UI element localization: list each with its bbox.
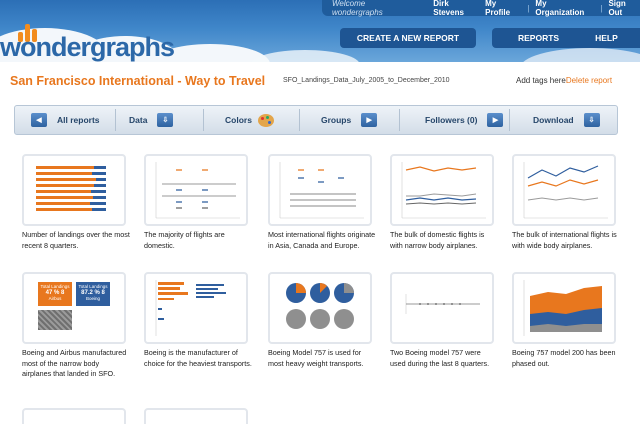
chart-thumbnail[interactable]: Total Landings 47 % 8 Airbus Total Landi… bbox=[22, 272, 126, 344]
data-label: Data bbox=[129, 115, 148, 125]
multi-line-thumbnail bbox=[279, 162, 364, 219]
card-caption: The majority of flights are domestic. bbox=[144, 230, 225, 250]
report-card[interactable]: The bulk of domestic flights is with nar… bbox=[390, 154, 498, 251]
main-nav: REPORTS HELP bbox=[492, 28, 640, 48]
report-card[interactable]: Boeing 757 model 200 has been phased out… bbox=[512, 272, 620, 369]
download-button[interactable]: Download ⇩ bbox=[533, 106, 600, 134]
kpi-sub: Boeing bbox=[85, 296, 100, 301]
cloud-decoration bbox=[520, 48, 640, 62]
report-card[interactable]: Boeing is the manufacturer of choice for… bbox=[144, 272, 252, 369]
horizontal-bar-thumbnail bbox=[155, 280, 226, 336]
chart-thumbnail[interactable] bbox=[390, 154, 494, 226]
card-caption: The bulk of domestic flights is with nar… bbox=[390, 230, 485, 250]
report-card[interactable]: Boeing Model 757 is used for most heavy … bbox=[268, 272, 376, 369]
followers-label: Followers (0) bbox=[425, 115, 478, 125]
followers-button[interactable]: Followers (0) ▶ bbox=[425, 106, 504, 134]
arrow-right-icon: ▶ bbox=[487, 113, 504, 127]
stacked-bar-thumbnail bbox=[36, 166, 106, 211]
chart-thumbnail[interactable] bbox=[144, 272, 248, 344]
logo-text[interactable]: wondergraphs bbox=[0, 32, 175, 62]
nav-reports[interactable]: REPORTS bbox=[518, 33, 559, 43]
all-reports-label: All reports bbox=[57, 115, 100, 125]
separator: | bbox=[527, 3, 530, 13]
chart-thumbnail[interactable] bbox=[144, 154, 248, 226]
delete-report-link[interactable]: Delete report bbox=[566, 76, 612, 85]
groups-button[interactable]: Groups ▶ bbox=[321, 106, 378, 134]
report-card[interactable]: The bulk of international flights is wit… bbox=[512, 154, 620, 251]
header: wondergraphs Welcome wondergraphs Dirk S… bbox=[0, 0, 640, 62]
create-report-label: CREATE A NEW REPORT bbox=[356, 33, 460, 43]
report-card[interactable]: Number of landings over the most recent … bbox=[22, 154, 130, 251]
chart-thumbnail[interactable] bbox=[268, 154, 372, 226]
palette-icon bbox=[257, 113, 274, 127]
separator: | bbox=[600, 3, 603, 13]
report-toolbar: ◀ All reports Data ⇩ Colors Groups ▶ Fol… bbox=[14, 105, 618, 135]
report-card[interactable]: Total Landings 47 % 8 Airbus Total Landi… bbox=[22, 272, 130, 380]
arrow-left-icon: ◀ bbox=[31, 113, 47, 127]
report-card[interactable] bbox=[22, 408, 126, 424]
card-caption: Number of landings over the most recent … bbox=[22, 230, 130, 250]
card-caption: The bulk of international flights is wit… bbox=[512, 230, 617, 250]
divider bbox=[203, 109, 204, 131]
divider bbox=[509, 109, 510, 131]
chart-thumbnail[interactable] bbox=[512, 272, 616, 344]
user-name: Dirk Stevens bbox=[433, 0, 464, 17]
colors-label: Colors bbox=[225, 115, 252, 125]
card-caption: Boeing and Airbus manufactured most of t… bbox=[22, 348, 127, 378]
download-label: Download bbox=[533, 115, 574, 125]
welcome-text: Welcome wondergraphs bbox=[332, 0, 383, 17]
user-bar: Welcome wondergraphs Dirk Stevens My Pro… bbox=[322, 0, 640, 17]
download-icon: ⇩ bbox=[583, 113, 600, 127]
dataset-name[interactable]: SFO_Landings_Data_July_2005_to_December_… bbox=[283, 77, 450, 84]
chart-thumbnail[interactable] bbox=[144, 408, 248, 424]
chart-thumbnail[interactable] bbox=[268, 272, 372, 344]
card-caption: Boeing Model 757 is used for most heavy … bbox=[268, 348, 364, 368]
kpi-tile bbox=[38, 310, 72, 330]
kpi-sub: Airbus bbox=[48, 296, 62, 301]
line-chart-thumbnail bbox=[405, 294, 480, 314]
my-profile-link[interactable]: My Profile bbox=[485, 0, 521, 17]
chart-thumbnail[interactable] bbox=[512, 154, 616, 226]
report-card[interactable] bbox=[144, 408, 248, 424]
pie-grid-thumbnail bbox=[286, 283, 354, 329]
card-caption: Boeing 757 model 200 has been phased out… bbox=[512, 348, 616, 368]
chart-thumbnail[interactable] bbox=[22, 154, 126, 226]
groups-label: Groups bbox=[321, 115, 352, 125]
report-card[interactable]: The majority of flights are domestic. bbox=[144, 154, 252, 251]
arrow-right-icon: ▶ bbox=[361, 113, 378, 127]
sign-out-link[interactable]: Sign Out bbox=[608, 0, 640, 17]
divider bbox=[115, 109, 116, 131]
area-chart-thumbnail bbox=[523, 280, 602, 336]
tags-area: Add tags hereDelete report bbox=[516, 76, 612, 85]
card-caption: Boeing is the manufacturer of choice for… bbox=[144, 348, 252, 368]
chart-thumbnail[interactable] bbox=[22, 408, 126, 424]
divider bbox=[299, 109, 300, 131]
card-caption: Two Boeing model 757 were used during th… bbox=[390, 348, 490, 368]
divider bbox=[399, 109, 400, 131]
download-icon: ⇩ bbox=[157, 113, 174, 127]
colors-button[interactable]: Colors bbox=[225, 106, 274, 134]
line-chart-thumbnail bbox=[523, 162, 608, 219]
report-card[interactable]: Two Boeing model 757 were used during th… bbox=[390, 272, 498, 369]
nav-help[interactable]: HELP bbox=[595, 33, 618, 43]
chart-thumbnail[interactable] bbox=[390, 272, 494, 344]
line-chart-thumbnail bbox=[401, 162, 486, 219]
kpi-tile: Total Landings 87.2 % 8 Boeing bbox=[76, 282, 110, 306]
report-title: San Francisco International - Way to Tra… bbox=[10, 74, 266, 88]
card-caption: Most international flights originate in … bbox=[268, 230, 376, 250]
data-button[interactable]: Data ⇩ bbox=[129, 106, 174, 134]
report-card[interactable]: Most international flights originate in … bbox=[268, 154, 376, 251]
all-reports-button[interactable]: ◀ All reports bbox=[31, 106, 100, 134]
add-tags-link[interactable]: Add tags here bbox=[516, 76, 566, 85]
multi-line-thumbnail bbox=[155, 162, 240, 219]
cloud-decoration bbox=[250, 50, 360, 62]
kpi-tile: Total Landings 47 % 8 Airbus bbox=[38, 282, 72, 306]
create-report-button[interactable]: CREATE A NEW REPORT bbox=[340, 28, 476, 48]
my-organization-link[interactable]: My Organization bbox=[535, 0, 594, 17]
